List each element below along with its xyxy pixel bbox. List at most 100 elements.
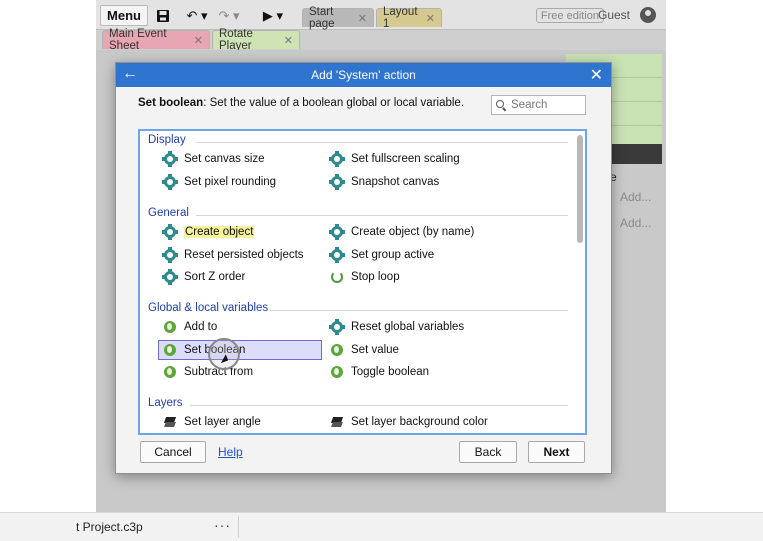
- list-item[interactable]: Reset global variables: [329, 317, 465, 337]
- item-label: Reset persisted objects: [184, 249, 304, 261]
- category-display: Display: [148, 134, 186, 146]
- undo-icon[interactable]: ↶ ▾: [182, 5, 212, 26]
- item-label: Reset global variables: [351, 321, 465, 333]
- gear-icon: [329, 247, 345, 263]
- list-item[interactable]: Set fullscreen scaling: [329, 149, 460, 169]
- divider: [196, 142, 568, 143]
- list-item-selected[interactable]: Set boolean: [158, 340, 322, 360]
- main-toolbar: Menu ↶ ▾ ↷ ▾ ▶ ▾ Start page ✕ Layout 1 ✕ F…: [96, 0, 666, 30]
- sheet-tab-bar: Main Event Sheet ✕ Rotate Player ✕: [96, 28, 666, 52]
- screen: Menu ↶ ▾ ↷ ▾ ▶ ▾ Start page ✕ Layout 1 ✕ F…: [0, 0, 763, 541]
- search-icon: [496, 99, 507, 111]
- list-item[interactable]: Toggle boolean: [331, 362, 429, 382]
- project-name[interactable]: t Project.c3p: [76, 520, 143, 534]
- next-button[interactable]: Next: [528, 441, 585, 463]
- menu-button[interactable]: Menu: [100, 5, 148, 26]
- list-item[interactable]: Stop loop: [331, 267, 400, 287]
- list-item[interactable]: Create object: [162, 222, 255, 242]
- list-item[interactable]: Sort Z order: [162, 267, 246, 287]
- action-list[interactable]: Display Set canvas size Set fullscreen s…: [138, 129, 587, 435]
- dialog-title: Add 'System' action: [311, 68, 416, 82]
- item-label: Set group active: [351, 249, 435, 261]
- tab-label: Main Event Sheet: [109, 28, 167, 52]
- list-item[interactable]: Set value: [331, 340, 399, 360]
- layers-icon: [164, 416, 176, 428]
- gear-icon: [329, 174, 345, 190]
- category-global-local-variables: Global & local variables: [148, 302, 269, 314]
- redo-icon[interactable]: ↷ ▾: [214, 5, 244, 26]
- list-item[interactable]: Create object (by name): [329, 222, 474, 242]
- action-description: Set boolean: Set the value of a boolean …: [138, 97, 464, 109]
- list-item[interactable]: Set group active: [329, 245, 435, 265]
- item-label: Set fullscreen scaling: [351, 153, 460, 165]
- list-item[interactable]: Set pixel rounding: [162, 172, 277, 192]
- divider: [196, 215, 568, 216]
- help-link[interactable]: Help: [218, 445, 243, 459]
- scrollbar[interactable]: [577, 135, 583, 431]
- tab-rotate-player[interactable]: Rotate Player ✕: [212, 28, 300, 52]
- globe-icon: [331, 344, 343, 356]
- action-name: Set boolean: [138, 97, 204, 109]
- back-button[interactable]: Back: [459, 441, 517, 463]
- cancel-button[interactable]: Cancel: [140, 441, 206, 463]
- tab-label: Start page: [309, 6, 335, 30]
- user-name[interactable]: Guest: [598, 8, 630, 22]
- item-label: Sort Z order: [184, 271, 246, 283]
- item-label: Create object: [184, 226, 255, 238]
- close-icon[interactable]: ✕: [284, 34, 293, 47]
- item-label: Stop loop: [351, 271, 400, 283]
- item-label: Toggle boolean: [351, 366, 430, 378]
- free-edition-badge[interactable]: Free edition: [535, 8, 604, 23]
- gear-icon: [329, 319, 345, 335]
- category-layers: Layers: [148, 397, 183, 409]
- gear-icon: [329, 151, 345, 167]
- user-avatar-icon[interactable]: [640, 7, 656, 23]
- list-item[interactable]: Set canvas size: [162, 149, 265, 169]
- list-item[interactable]: Snapshot canvas: [329, 172, 440, 192]
- add-action-dialog: ← Add 'System' action ✕ Set boolean: Set…: [115, 62, 612, 474]
- divider: [270, 310, 568, 311]
- close-icon[interactable]: ✕: [194, 34, 203, 47]
- gear-icon: [162, 174, 178, 190]
- search-input[interactable]: [511, 99, 583, 111]
- gear-icon: [329, 224, 345, 240]
- close-icon[interactable]: ✕: [590, 65, 603, 85]
- globe-icon: [164, 321, 176, 333]
- preview-play-icon[interactable]: ▶ ▾: [258, 5, 288, 26]
- tab-layout-1[interactable]: Layout 1 ✕: [376, 6, 442, 30]
- loop-icon: [331, 271, 343, 283]
- item-label: Snapshot canvas: [351, 176, 440, 188]
- action-description-text: : Set the value of a boolean global or l…: [203, 97, 465, 109]
- item-label: Set layer angle: [184, 416, 261, 428]
- more-options-icon[interactable]: ···: [214, 517, 231, 533]
- taskbar: t Project.c3p ···: [0, 512, 763, 541]
- item-label: Add to: [184, 321, 218, 333]
- item-label: Set pixel rounding: [184, 176, 277, 188]
- scrollbar-thumb[interactable]: [577, 135, 583, 243]
- list-item[interactable]: Set layer background color: [331, 412, 488, 432]
- globe-icon: [164, 366, 176, 378]
- gear-icon: [162, 224, 178, 240]
- globe-icon: [164, 344, 176, 356]
- dialog-titlebar: ← Add 'System' action ✕: [116, 63, 611, 87]
- list-item[interactable]: Subtract from: [164, 362, 253, 382]
- list-item[interactable]: Add to: [164, 317, 217, 337]
- gear-icon: [162, 247, 178, 263]
- globe-icon: [331, 366, 343, 378]
- tab-label: Layout 1: [383, 6, 418, 30]
- tab-start-page[interactable]: Start page ✕: [302, 6, 374, 30]
- list-item[interactable]: Set layer angle: [164, 412, 261, 432]
- item-label: Set canvas size: [184, 153, 265, 165]
- item-label: Set layer background color: [351, 416, 488, 428]
- gear-icon: [162, 269, 178, 285]
- close-icon[interactable]: ✕: [358, 12, 367, 25]
- list-item[interactable]: Reset persisted objects: [162, 245, 304, 265]
- add-action-link[interactable]: Add...: [620, 216, 651, 230]
- tab-main-event-sheet[interactable]: Main Event Sheet ✕: [102, 28, 210, 52]
- layers-icon: [331, 416, 343, 428]
- close-icon[interactable]: ✕: [426, 12, 435, 25]
- add-action-link[interactable]: Add...: [620, 190, 651, 204]
- divider: [238, 516, 239, 538]
- save-icon[interactable]: [152, 5, 174, 26]
- search-box[interactable]: [491, 95, 586, 115]
